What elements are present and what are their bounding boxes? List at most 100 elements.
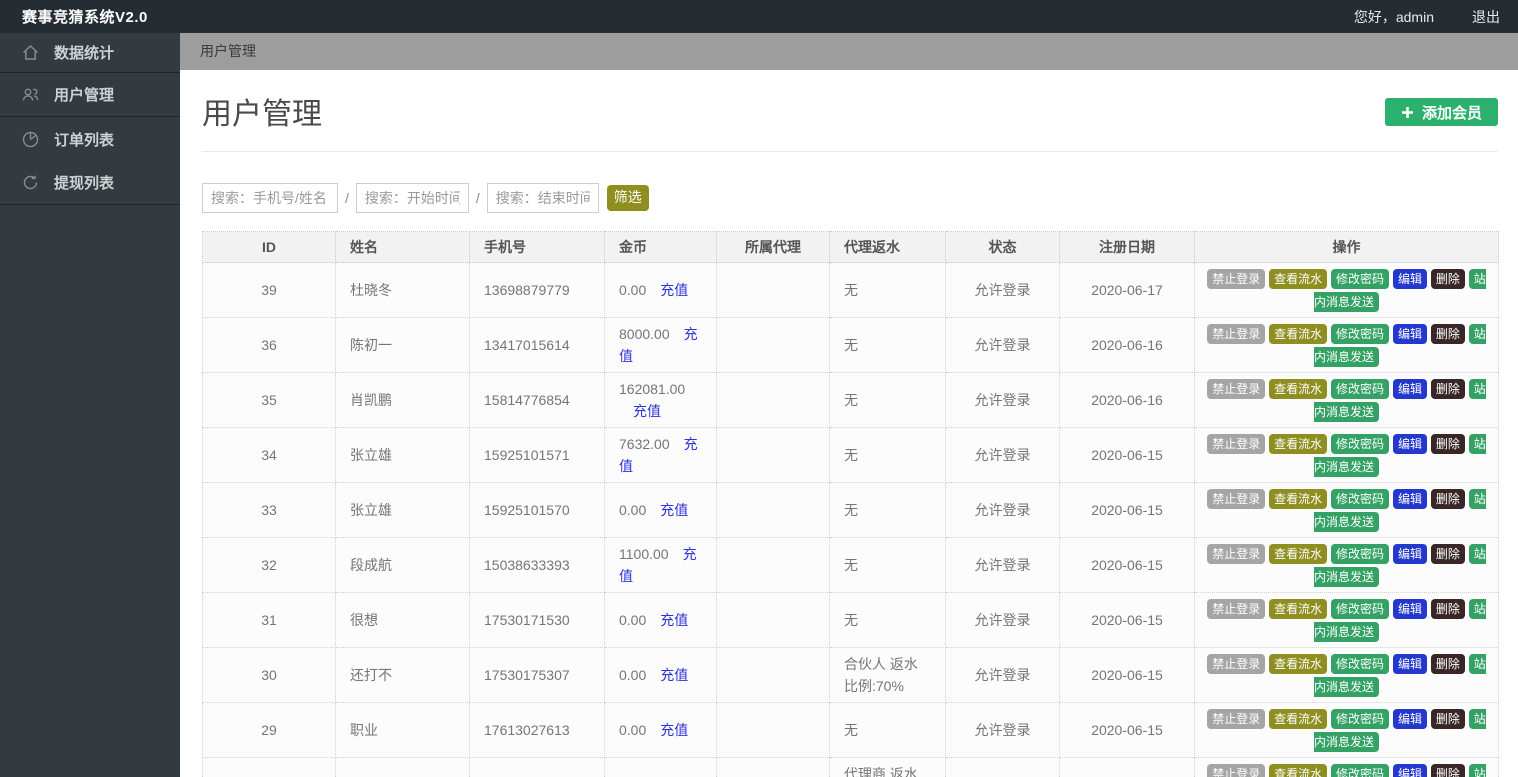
cell-agent <box>716 702 830 758</box>
cell-agent <box>716 482 830 538</box>
cell-phone: 15038633393 <box>469 537 605 593</box>
user-table: ID 姓名 手机号 金币 所属代理 代理返水 状态 注册日期 操作 39 杜晓冬… <box>202 231 1499 777</box>
sidebar-item-data-stats[interactable]: 数据统计 <box>0 33 180 73</box>
delete-button[interactable]: 删除 <box>1430 654 1465 674</box>
view-flow-button[interactable]: 查看流水 <box>1269 324 1328 344</box>
cell-name: 还打不 <box>335 647 470 703</box>
home-icon <box>21 43 40 62</box>
cell-rebate: 无 <box>829 427 946 483</box>
change-password-button[interactable]: 修改密码 <box>1331 379 1390 399</box>
delete-button[interactable]: 删除 <box>1430 324 1465 344</box>
ban-login-button[interactable]: 禁止登录 <box>1207 544 1266 564</box>
search-keyword-input[interactable] <box>202 183 338 213</box>
delete-button[interactable]: 删除 <box>1430 764 1465 777</box>
cell-agent <box>716 317 830 373</box>
change-password-button[interactable]: 修改密码 <box>1331 269 1390 289</box>
change-password-button[interactable]: 修改密码 <box>1331 434 1390 454</box>
view-flow-button[interactable]: 查看流水 <box>1269 709 1328 729</box>
ban-login-button[interactable]: 禁止登录 <box>1207 709 1266 729</box>
change-password-button[interactable]: 修改密码 <box>1331 324 1390 344</box>
table-row: 39 杜晓冬 13698879779 0.00 充值 无 允许登录 2020-06… <box>202 262 1499 318</box>
change-password-button[interactable]: 修改密码 <box>1331 709 1390 729</box>
edit-button[interactable]: 编辑 <box>1392 269 1427 289</box>
recharge-link[interactable]: 充值 <box>633 403 661 419</box>
logout-link[interactable]: 退出 <box>1472 7 1500 27</box>
cell-id: 39 <box>202 262 336 318</box>
col-header-id: ID <box>202 231 336 263</box>
edit-button[interactable]: 编辑 <box>1392 324 1427 344</box>
col-header-actions: 操作 <box>1194 231 1499 263</box>
cell-status: 允许登录 <box>945 702 1060 758</box>
ban-login-button[interactable]: 禁止登录 <box>1207 434 1266 454</box>
view-flow-button[interactable]: 查看流水 <box>1269 764 1328 777</box>
cell-agent <box>716 537 830 593</box>
change-password-button[interactable]: 修改密码 <box>1331 544 1390 564</box>
sidebar-item-user-management[interactable]: 用户管理 <box>0 73 180 117</box>
cell-phone: 17530175307 <box>469 647 605 703</box>
recharge-link[interactable]: 充值 <box>660 282 688 298</box>
cell-status: 允许登录 <box>945 262 1060 318</box>
add-member-button[interactable]: 添加会员 <box>1384 98 1498 126</box>
cell-rebate: 无 <box>829 592 946 648</box>
delete-button[interactable]: 删除 <box>1430 379 1465 399</box>
cell-status: 允许登录 <box>945 317 1060 373</box>
cell-gold: 0.00 充值 <box>604 702 717 758</box>
delete-button[interactable]: 删除 <box>1430 489 1465 509</box>
change-password-button[interactable]: 修改密码 <box>1331 764 1390 777</box>
sidebar-item-label: 数据统计 <box>54 45 115 62</box>
view-flow-button[interactable]: 查看流水 <box>1269 599 1328 619</box>
view-flow-button[interactable]: 查看流水 <box>1269 434 1328 454</box>
gold-amount: 7632.00 <box>619 436 670 452</box>
view-flow-button[interactable]: 查看流水 <box>1269 489 1328 509</box>
change-password-button[interactable]: 修改密码 <box>1331 489 1390 509</box>
ban-login-button[interactable]: 禁止登录 <box>1207 599 1266 619</box>
view-flow-button[interactable]: 查看流水 <box>1269 379 1328 399</box>
delete-button[interactable]: 删除 <box>1430 544 1465 564</box>
cell-date: 2020-06-16 <box>1059 317 1195 373</box>
cell-date: 2020-06-15 <box>1059 647 1195 703</box>
cell-date: 2020-06-15 <box>1059 537 1195 593</box>
ban-login-button[interactable]: 禁止登录 <box>1207 654 1266 674</box>
recharge-link[interactable]: 充值 <box>660 667 688 683</box>
cell-id: 36 <box>202 317 336 373</box>
search-start-time-input[interactable] <box>355 183 469 213</box>
ban-login-button[interactable]: 禁止登录 <box>1207 269 1266 289</box>
ban-login-button[interactable]: 禁止登录 <box>1207 764 1266 777</box>
filter-button[interactable]: 筛选 <box>606 185 649 211</box>
view-flow-button[interactable]: 查看流水 <box>1269 544 1328 564</box>
add-member-label: 添加会员 <box>1421 104 1482 122</box>
recharge-link[interactable]: 充值 <box>660 722 688 738</box>
edit-button[interactable]: 编辑 <box>1392 654 1427 674</box>
cell-date: 2020-06-15 <box>1059 757 1195 777</box>
edit-button[interactable]: 编辑 <box>1392 599 1427 619</box>
edit-button[interactable]: 编辑 <box>1392 379 1427 399</box>
delete-button[interactable]: 删除 <box>1430 269 1465 289</box>
delete-button[interactable]: 删除 <box>1430 599 1465 619</box>
recharge-link[interactable]: 充值 <box>660 612 688 628</box>
recharge-link[interactable]: 充值 <box>660 502 688 518</box>
sidebar-item-withdraw-list[interactable]: 提现列表 <box>0 161 180 205</box>
edit-button[interactable]: 编辑 <box>1392 434 1427 454</box>
table-row: 34 张立雄 15925101571 7632.00 充值 无 允许登录 2020… <box>202 427 1499 483</box>
ban-login-button[interactable]: 禁止登录 <box>1207 489 1266 509</box>
edit-button[interactable]: 编辑 <box>1392 489 1427 509</box>
ban-login-button[interactable]: 禁止登录 <box>1207 324 1266 344</box>
edit-button[interactable]: 编辑 <box>1392 544 1427 564</box>
delete-button[interactable]: 删除 <box>1430 434 1465 454</box>
table-header-row: ID 姓名 手机号 金币 所属代理 代理返水 状态 注册日期 操作 <box>202 231 1499 263</box>
cell-name: 陈初一 <box>335 317 470 373</box>
edit-button[interactable]: 编辑 <box>1392 764 1427 777</box>
sidebar-item-order-list[interactable]: 订单列表 <box>0 117 180 161</box>
delete-button[interactable]: 删除 <box>1430 709 1465 729</box>
change-password-button[interactable]: 修改密码 <box>1331 654 1390 674</box>
cell-status: 允许登录 <box>945 537 1060 593</box>
cell-rebate: 无 <box>829 262 946 318</box>
edit-button[interactable]: 编辑 <box>1392 709 1427 729</box>
search-end-time-input[interactable] <box>486 183 599 213</box>
change-password-button[interactable]: 修改密码 <box>1331 599 1390 619</box>
view-flow-button[interactable]: 查看流水 <box>1269 269 1328 289</box>
ban-login-button[interactable]: 禁止登录 <box>1207 379 1266 399</box>
cell-agent <box>716 372 830 428</box>
cell-date: 2020-06-15 <box>1059 702 1195 758</box>
view-flow-button[interactable]: 查看流水 <box>1269 654 1328 674</box>
